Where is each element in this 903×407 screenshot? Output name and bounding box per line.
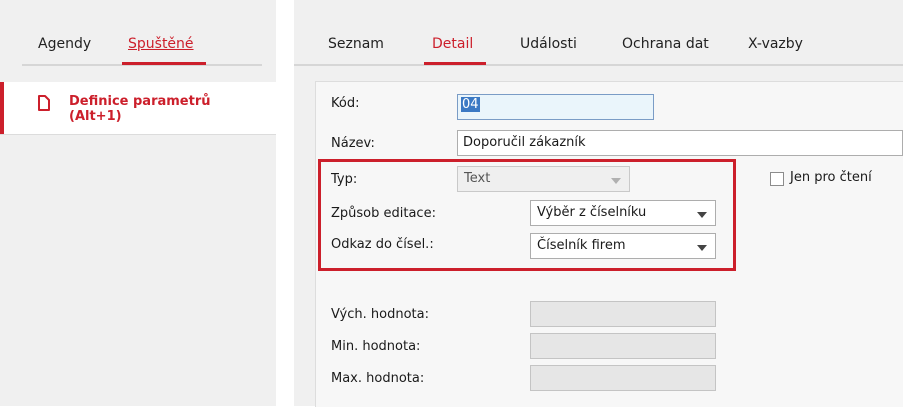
- tab-agendy[interactable]: Agendy: [38, 36, 91, 52]
- tab-x-vazby[interactable]: X-vazby: [748, 36, 803, 52]
- document-icon: [37, 94, 51, 116]
- active-tab-indicator: [122, 62, 206, 65]
- min-hodnota-input: [530, 333, 716, 359]
- tab-spustene[interactable]: Spuštěné: [128, 36, 194, 52]
- right-tab-bar: Seznam Detail Události Ochrana dat X-vaz…: [294, 30, 903, 66]
- vych-hodnota-label: Vých. hodnota:: [331, 307, 429, 322]
- nazev-label: Název:: [331, 136, 375, 151]
- kod-input[interactable]: 04: [457, 94, 654, 120]
- kod-value: 04: [461, 97, 480, 112]
- max-hodnota-input: [530, 365, 716, 391]
- highlight-box: [318, 159, 736, 271]
- jen-pro-cteni-label: Jen pro čtení: [790, 170, 872, 185]
- list-item-label: Definice parametrů (Alt+1): [69, 94, 211, 124]
- tab-detail[interactable]: Detail: [432, 36, 473, 52]
- left-panel: Agendy Spuštěné Definice parametrů (Alt+…: [0, 0, 276, 406]
- tab-seznam[interactable]: Seznam: [328, 36, 384, 52]
- active-tab-indicator: [424, 62, 486, 65]
- list-item-definice-parametru[interactable]: Definice parametrů (Alt+1): [0, 82, 276, 135]
- left-tab-bar: Agendy Spuštěné: [22, 30, 262, 66]
- tab-ochrana-dat[interactable]: Ochrana dat: [622, 36, 709, 52]
- active-item-marker: [0, 82, 4, 134]
- tab-udalosti[interactable]: Události: [520, 36, 577, 52]
- vych-hodnota-input: [530, 301, 716, 327]
- jen-pro-cteni-checkbox[interactable]: [770, 172, 784, 186]
- nazev-input[interactable]: Doporučil zákazník: [457, 130, 903, 156]
- min-hodnota-label: Min. hodnota:: [331, 339, 421, 354]
- kod-label: Kód:: [331, 96, 360, 111]
- max-hodnota-label: Max. hodnota:: [331, 371, 425, 386]
